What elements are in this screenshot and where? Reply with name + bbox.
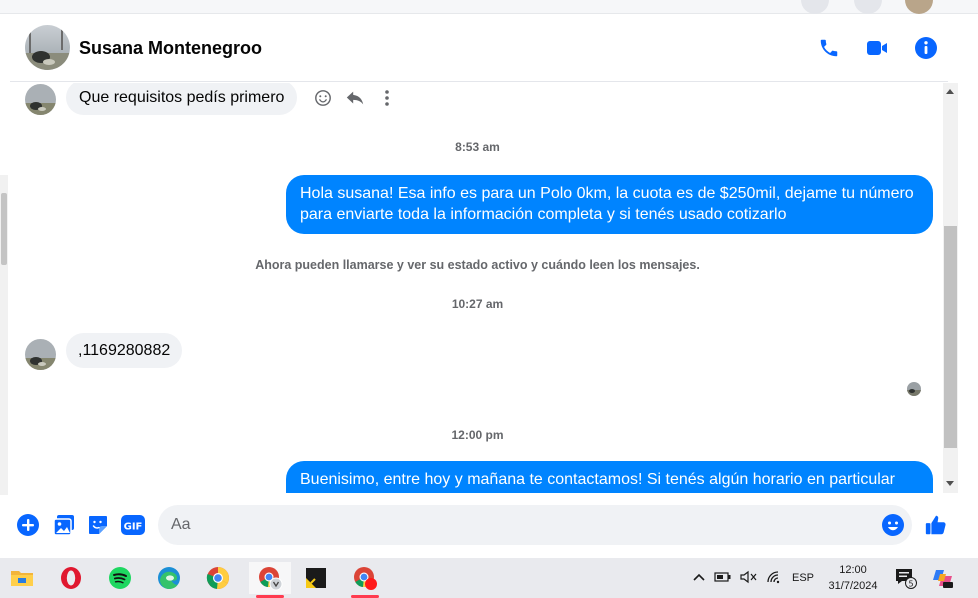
- sticky-notes-icon: [306, 568, 326, 588]
- scroll-down-arrow[interactable]: [946, 481, 954, 486]
- message-line: para enviarte toda la información comple…: [300, 206, 787, 223]
- message-line: Buenisimo, entre hoy y mañana te contact…: [300, 471, 895, 488]
- notification-count: 5: [908, 580, 913, 589]
- taskbar-opera[interactable]: [53, 562, 89, 594]
- notification-center-button[interactable]: 5: [893, 562, 919, 594]
- taskbar-chrome-profile[interactable]: [249, 562, 291, 598]
- thumbs-up-icon: [925, 515, 946, 535]
- conversation-info-button[interactable]: [912, 34, 940, 62]
- emoji-button[interactable]: [881, 513, 905, 537]
- emoji-icon: [882, 514, 904, 536]
- chat-header: Susana Montenegroo: [10, 14, 948, 82]
- system-tray: ESP: [692, 558, 814, 598]
- contact-avatar[interactable]: [25, 339, 56, 370]
- scroll-up-arrow[interactable]: [946, 89, 954, 94]
- more-options-icon[interactable]: [376, 87, 398, 109]
- speaker-muted-icon[interactable]: [740, 570, 758, 587]
- page-scrollbar-thumb[interactable]: [1, 193, 7, 265]
- gif-button[interactable]: GIF: [120, 513, 146, 537]
- phone-icon: [820, 39, 838, 57]
- message-line: Hola susana! Esa info es para un Polo 0k…: [300, 185, 914, 202]
- folder-icon: [11, 571, 33, 586]
- taskbar-chrome-notification[interactable]: [347, 562, 383, 598]
- chevron-up-icon[interactable]: [692, 572, 706, 585]
- reply-icon[interactable]: [344, 87, 366, 109]
- send-like-button[interactable]: [924, 513, 948, 537]
- chrome-icon: [206, 567, 229, 590]
- plus-circle-icon: [17, 514, 39, 536]
- timestamp: 12:00 pm: [451, 428, 504, 442]
- top-avatar[interactable]: [905, 0, 933, 14]
- chrome-notification-icon: [354, 567, 377, 590]
- opera-icon: [61, 567, 81, 589]
- spotify-icon: [109, 567, 131, 589]
- voice-call-button[interactable]: [815, 34, 843, 62]
- sticker-button[interactable]: [86, 513, 110, 537]
- taskbar-file-explorer[interactable]: [4, 562, 40, 594]
- clock-time: 12:00: [839, 564, 867, 576]
- edge-icon: [158, 567, 180, 589]
- message-composer: GIF Aa: [10, 495, 970, 555]
- taskbar-edge[interactable]: [151, 562, 187, 594]
- attach-media-button[interactable]: [52, 513, 76, 537]
- messenger-window: Susana Montenegroo Que requisitos pedís …: [0, 0, 978, 598]
- incoming-message[interactable]: ,1169280882: [66, 333, 183, 368]
- message-actions: [312, 87, 398, 109]
- timestamp: 8:53 am: [455, 140, 500, 154]
- chrome-profile-icon: [259, 567, 283, 591]
- message-input[interactable]: Aa: [158, 505, 912, 545]
- top-round-button[interactable]: [801, 0, 829, 14]
- image-icon: [53, 515, 74, 536]
- contact-avatar[interactable]: [25, 84, 56, 115]
- seen-receipt-avatar: [907, 382, 921, 396]
- page-scrollbar[interactable]: [0, 175, 8, 495]
- outgoing-message[interactable]: Buenisimo, entre hoy y mañana te contact…: [286, 461, 933, 493]
- taskbar-spotify[interactable]: [102, 562, 138, 594]
- video-call-button[interactable]: [863, 34, 891, 62]
- gif-icon: GIF: [121, 515, 145, 535]
- more-actions-button[interactable]: [16, 513, 40, 537]
- message-thread[interactable]: Que requisitos pedís primero 8:53 am Hol…: [10, 83, 945, 493]
- system-clock[interactable]: 12:00 31/7/2024: [822, 562, 884, 594]
- info-icon: [915, 37, 937, 59]
- copilot-icon: [933, 570, 953, 588]
- windows-taskbar: ESP 12:00 31/7/2024 5: [0, 558, 978, 598]
- message-input-placeholder: Aa: [171, 516, 191, 533]
- system-notice: Ahora pueden llamarse y ver su estado ac…: [255, 258, 700, 272]
- outgoing-message[interactable]: Hola susana! Esa info es para un Polo 0k…: [286, 175, 933, 234]
- timestamp: 10:27 am: [451, 297, 504, 311]
- video-camera-icon: [867, 41, 887, 55]
- copilot-button[interactable]: [928, 562, 958, 594]
- chat-scrollbar[interactable]: [943, 83, 958, 493]
- input-language[interactable]: ESP: [792, 572, 814, 584]
- contact-name[interactable]: Susana Montenegroo: [79, 38, 262, 59]
- top-round-button[interactable]: [854, 0, 882, 14]
- contact-avatar[interactable]: [25, 25, 70, 70]
- svg-text:GIF: GIF: [124, 522, 143, 533]
- wifi-icon[interactable]: [766, 570, 784, 587]
- taskbar-chrome[interactable]: [200, 562, 236, 594]
- notification-icon: 5: [896, 569, 917, 589]
- taskbar-sticky-notes[interactable]: [298, 562, 334, 594]
- incoming-message[interactable]: Que requisitos pedís primero: [66, 83, 298, 115]
- top-strip: [0, 0, 978, 14]
- clock-date: 31/7/2024: [828, 580, 878, 592]
- battery-icon[interactable]: [714, 571, 732, 586]
- sticker-icon: [89, 516, 107, 534]
- chat-scrollbar-thumb[interactable]: [944, 226, 957, 448]
- react-icon[interactable]: [312, 87, 334, 109]
